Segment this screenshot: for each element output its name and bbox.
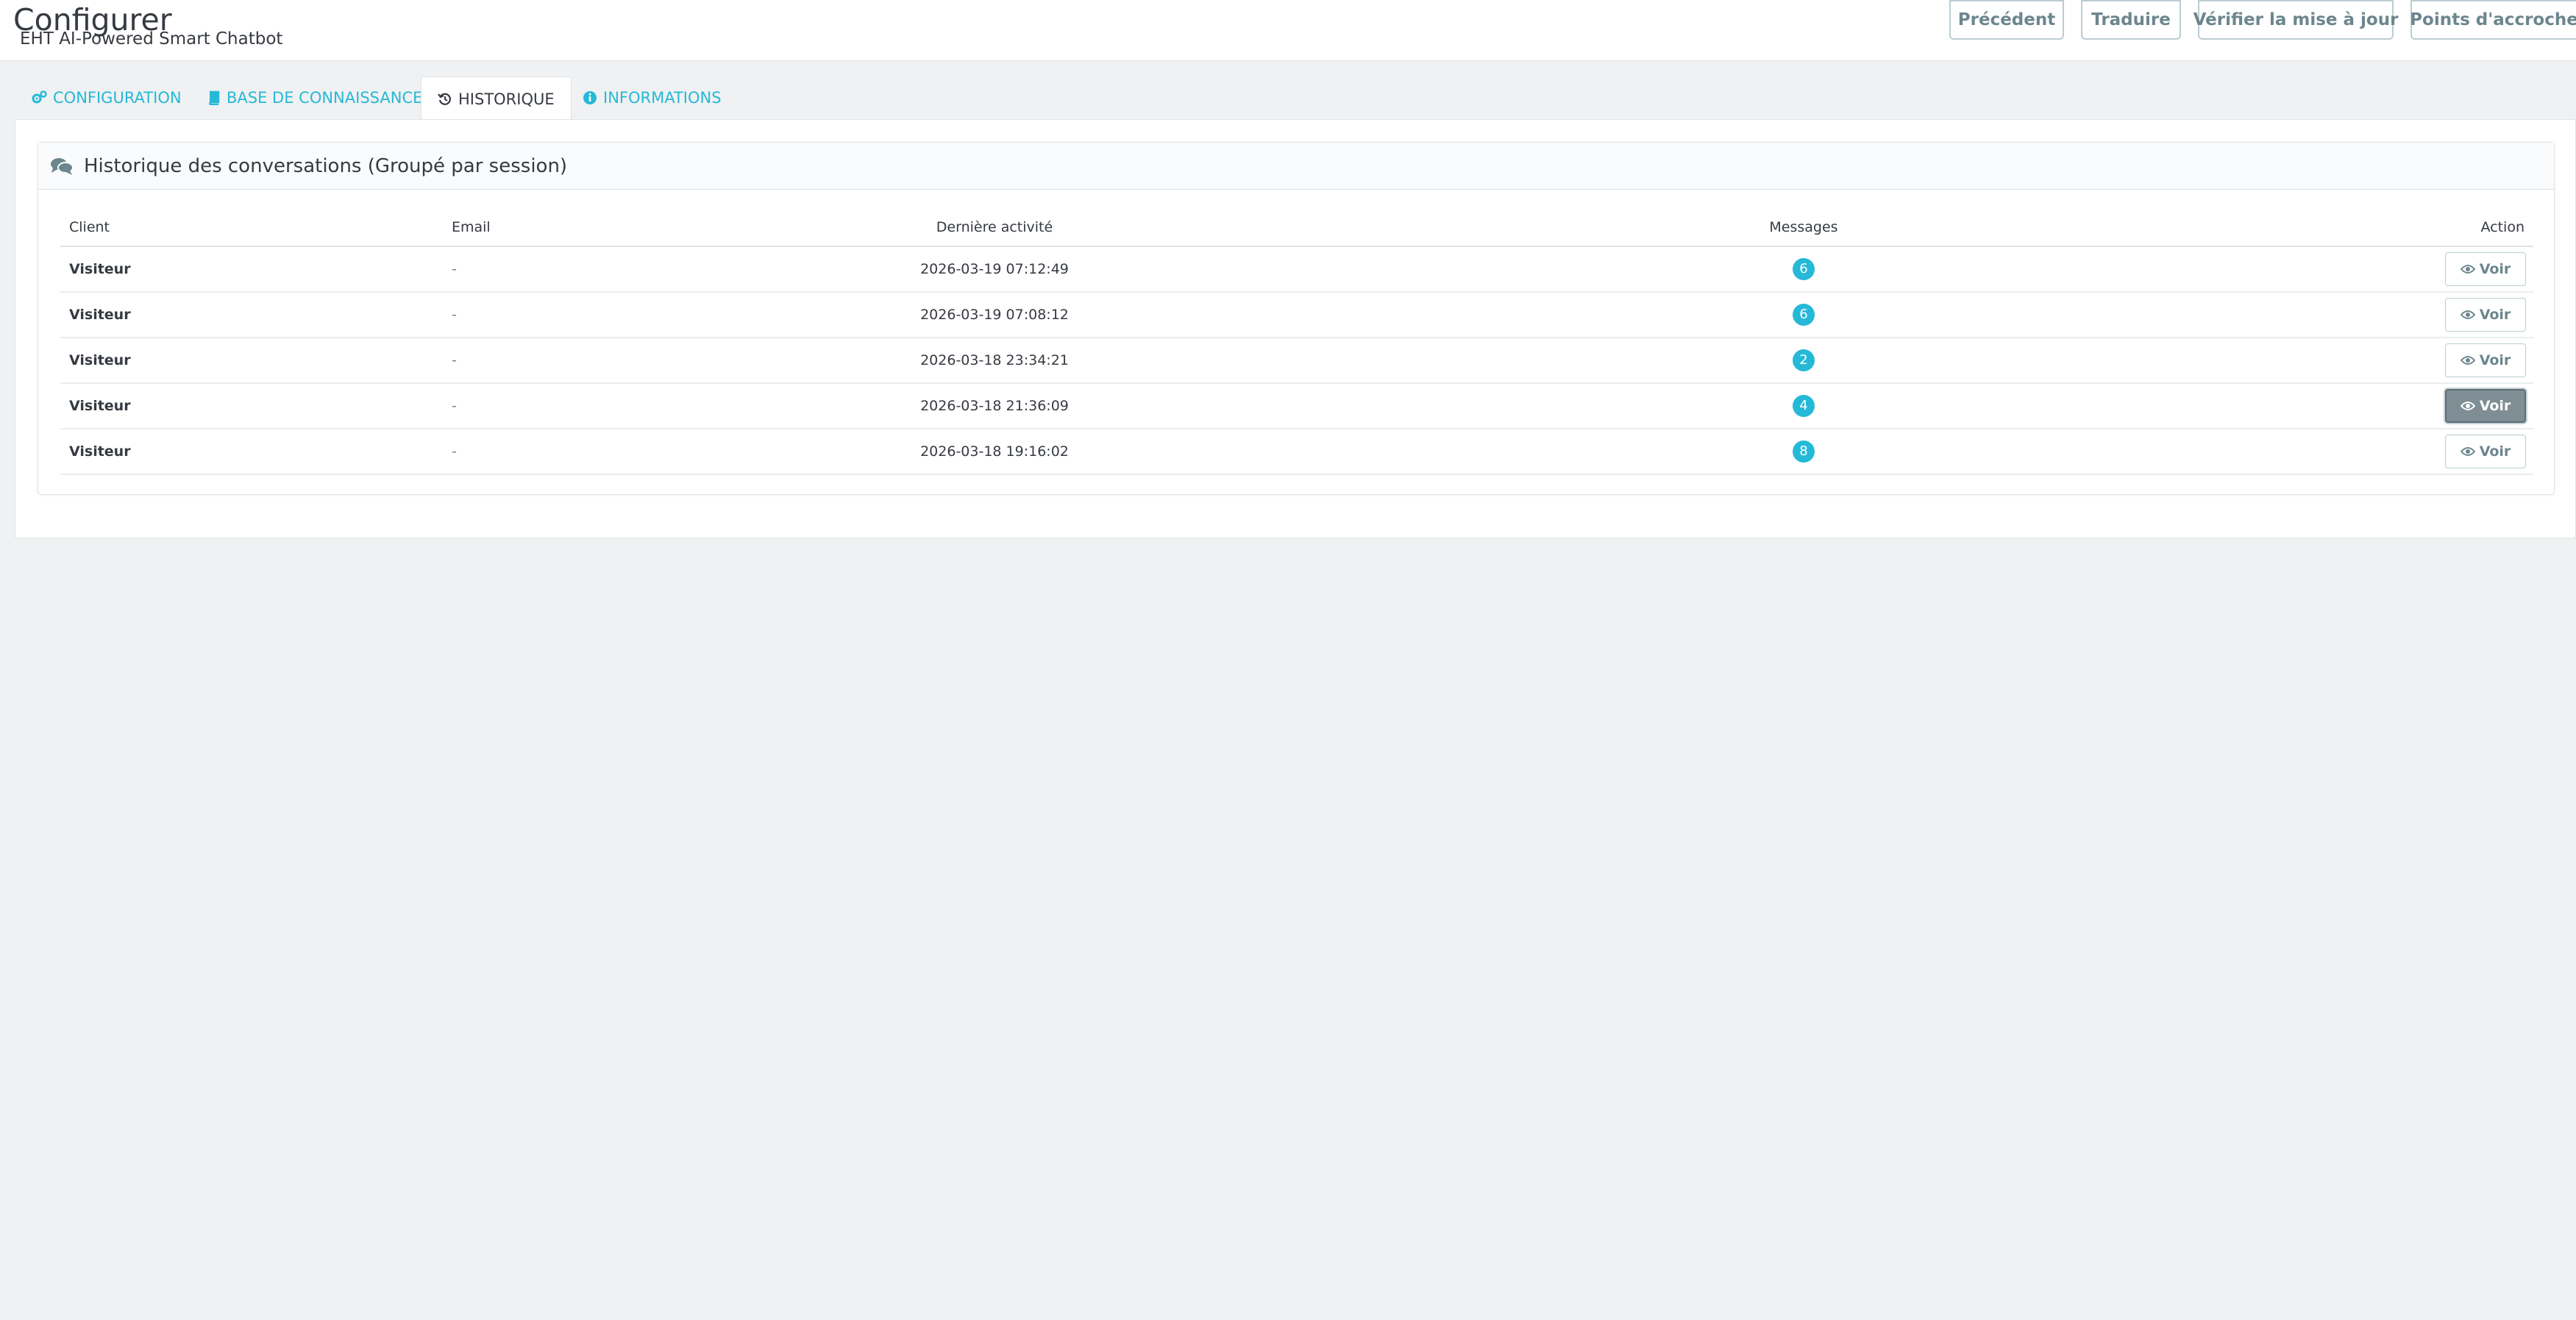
date-cell: 2026-03-19 07:08:12 <box>920 307 1069 323</box>
table-row: Visiteur - 2026-03-18 21:36:09 4 Voir <box>60 384 2533 429</box>
gears-icon <box>32 90 47 104</box>
email-cell: - <box>452 398 457 414</box>
table-row: Visiteur - 2026-03-18 23:34:21 2 Voir <box>60 338 2533 384</box>
table-row: Visiteur - 2026-03-19 07:08:12 6 Voir <box>60 293 2533 338</box>
tab-knowledge-base[interactable]: BASE DE CONNAISSANCES <box>191 76 449 119</box>
client-cell: Visiteur <box>69 307 131 323</box>
email-cell: - <box>452 352 457 368</box>
header-client: Client <box>69 219 110 235</box>
view-button-label: Voir <box>2479 443 2511 460</box>
page-subtitle: EHT AI-Powered Smart Chatbot <box>20 29 283 49</box>
table-row: Visiteur - 2026-03-18 19:16:02 8 Voir <box>60 429 2533 475</box>
email-cell: - <box>452 443 457 460</box>
message-count-badge: 6 <box>1793 304 1815 326</box>
conversations-table: Client Email Dernière activité Messages … <box>60 209 2533 475</box>
view-button[interactable]: Voir <box>2445 435 2526 468</box>
client-cell: Visiteur <box>69 398 131 414</box>
header-action: Action <box>2480 219 2525 235</box>
eye-icon <box>2460 402 2475 410</box>
messages-cell: 6 <box>1760 293 1848 337</box>
eye-icon <box>2460 265 2475 274</box>
messages-cell: 2 <box>1760 338 1848 382</box>
table-header: Client Email Dernière activité Messages … <box>60 209 2533 247</box>
tab-informations[interactable]: INFORMATIONS <box>566 76 738 119</box>
hooks-button[interactable]: Points d'accroche <box>2410 0 2576 40</box>
eye-icon <box>2460 310 2475 319</box>
messages-cell: 4 <box>1760 384 1848 428</box>
history-icon <box>438 93 451 105</box>
view-button-label: Voir <box>2479 398 2511 414</box>
message-count-badge: 2 <box>1793 349 1815 371</box>
view-button[interactable]: Voir <box>2445 389 2526 423</box>
message-count-badge: 8 <box>1793 440 1815 463</box>
email-cell: - <box>452 261 457 277</box>
view-button-label: Voir <box>2479 352 2511 368</box>
page-header: Configurer EHT AI-Powered Smart Chatbot … <box>0 0 2576 61</box>
info-icon <box>583 91 597 104</box>
header-email: Email <box>452 219 491 235</box>
eye-icon <box>2460 356 2475 365</box>
table-row: Visiteur - 2026-03-19 07:12:49 6 Voir <box>60 247 2533 293</box>
panel-title: Historique des conversations (Groupé par… <box>84 154 568 177</box>
header-last-activity: Dernière activité <box>936 219 1053 235</box>
messages-cell: 8 <box>1760 429 1848 474</box>
view-button[interactable]: Voir <box>2445 343 2526 377</box>
tab-label: INFORMATIONS <box>603 89 722 107</box>
previous-button[interactable]: Précédent <box>1949 0 2064 40</box>
message-count-badge: 4 <box>1793 395 1815 417</box>
client-cell: Visiteur <box>69 352 131 368</box>
message-count-badge: 6 <box>1793 258 1815 280</box>
client-cell: Visiteur <box>69 443 131 460</box>
tab-configuration[interactable]: CONFIGURATION <box>15 76 198 119</box>
check-update-button[interactable]: Vérifier la mise à jour <box>2193 0 2398 40</box>
client-cell: Visiteur <box>69 261 131 277</box>
comments-icon <box>51 157 74 175</box>
translate-button[interactable]: Traduire <box>2081 0 2181 40</box>
view-button-label: Voir <box>2479 261 2511 277</box>
header-messages: Messages <box>1769 219 1838 235</box>
tab-label: BASE DE CONNAISSANCES <box>227 89 433 107</box>
view-button-label: Voir <box>2479 307 2511 323</box>
date-cell: 2026-03-19 07:12:49 <box>920 261 1069 277</box>
messages-cell: 6 <box>1760 247 1848 291</box>
panel-header: Historique des conversations (Groupé par… <box>38 143 2554 190</box>
view-button[interactable]: Voir <box>2445 298 2526 332</box>
view-button[interactable]: Voir <box>2445 252 2526 286</box>
eye-icon <box>2460 447 2475 456</box>
book-icon <box>209 90 220 105</box>
date-cell: 2026-03-18 23:34:21 <box>920 352 1069 368</box>
date-cell: 2026-03-18 19:16:02 <box>920 443 1069 460</box>
tab-label: CONFIGURATION <box>53 89 182 107</box>
tab-label: HISTORIQUE <box>458 90 555 108</box>
history-panel: Historique des conversations (Groupé par… <box>38 142 2555 495</box>
tab-history[interactable]: HISTORIQUE <box>421 76 572 121</box>
date-cell: 2026-03-18 21:36:09 <box>920 398 1069 414</box>
tab-content: Historique des conversations (Groupé par… <box>15 119 2576 538</box>
email-cell: - <box>452 307 457 323</box>
